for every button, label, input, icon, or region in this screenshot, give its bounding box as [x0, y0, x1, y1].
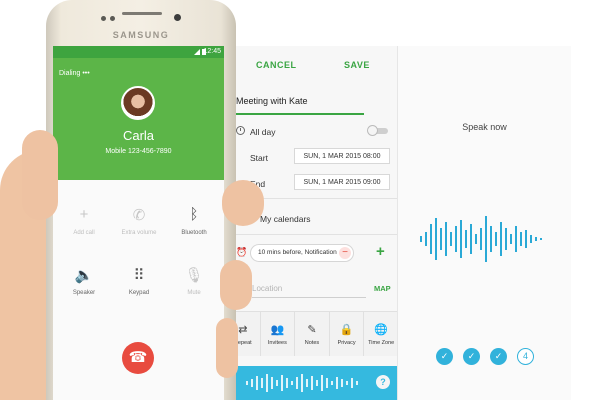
- earpiece: [122, 12, 162, 15]
- all-day-label: All day: [250, 127, 276, 137]
- extra-volume-label: Extra volume: [121, 230, 157, 236]
- front-camera-icon: [174, 14, 181, 21]
- notes-icon: ✎: [307, 323, 317, 336]
- step-current: 4: [517, 348, 534, 365]
- voice-recognition-panel: Speak now ✓ ✓ ✓ 4: [397, 46, 571, 400]
- start-label: Start: [250, 153, 268, 163]
- privacy-label: Privacy: [337, 339, 356, 346]
- reminder-chip[interactable]: 10 mins before, Notification −: [250, 244, 354, 262]
- notes-button[interactable]: ✎ Notes: [295, 312, 330, 356]
- add-call-button[interactable]: + Add call: [56, 206, 112, 236]
- speaker-button[interactable]: 🔈 Speaker: [56, 266, 112, 296]
- voice-input-bar[interactable]: ?: [226, 366, 398, 400]
- speaker-label: Speaker: [72, 290, 96, 296]
- status-time: 12:45: [203, 48, 221, 55]
- extra-volume-icon: ✆: [132, 207, 146, 224]
- start-date-field[interactable]: SUN, 1 MAR 2015 08:00: [294, 148, 390, 164]
- call-header: Dialing ••• Carla Mobile 123-456-7890: [53, 58, 224, 180]
- map-button[interactable]: MAP: [374, 284, 391, 293]
- call-status: Dialing •••: [59, 70, 90, 77]
- end-date-field[interactable]: SUN, 1 MAR 2015 09:00: [294, 174, 390, 190]
- sensor-icon: [110, 16, 115, 21]
- time-zone-button[interactable]: 🌐 Time Zone: [364, 312, 398, 356]
- bluetooth-button[interactable]: ᛒ Bluetooth: [166, 206, 222, 236]
- notes-label: Notes: [304, 339, 320, 346]
- finger: [222, 180, 264, 226]
- add-call-icon: +: [79, 206, 89, 223]
- mute-icon: 🎙: [184, 267, 204, 284]
- call-screen: 12:45 Dialing ••• Carla Mobile 123-456-7…: [53, 46, 224, 400]
- all-day-toggle[interactable]: [367, 125, 388, 136]
- cancel-button[interactable]: CANCEL: [256, 60, 297, 70]
- contact-number: Mobile 123-456-7890: [105, 148, 172, 155]
- time-zone-label: Time Zone: [368, 339, 395, 346]
- time-zone-icon: 🌐: [374, 323, 389, 336]
- privacy-button[interactable]: 🔒 Privacy: [330, 312, 365, 356]
- keypad-button[interactable]: ⠿ Keypad: [111, 266, 167, 296]
- clock-icon: [236, 126, 245, 135]
- mute-label: Mute: [187, 290, 201, 296]
- sensor-icon: [101, 16, 106, 21]
- contact-name: Carla: [122, 128, 155, 143]
- invitees-icon: 👥: [270, 323, 285, 336]
- step-done-icon: ✓: [436, 348, 453, 365]
- speaker-icon: 🔈: [74, 267, 94, 284]
- add-reminder-icon[interactable]: +: [376, 243, 385, 260]
- event-title-input[interactable]: Meeting with Kate: [236, 96, 364, 115]
- end-call-icon: ☎: [128, 349, 148, 366]
- repeat-icon: ⇄: [238, 323, 248, 336]
- step-done-icon: ✓: [490, 348, 507, 365]
- privacy-icon: 🔒: [339, 323, 354, 336]
- speak-now-prompt: Speak now: [462, 122, 507, 132]
- alarm-icon: ⏰: [236, 247, 248, 257]
- bluetooth-label: Bluetooth: [181, 230, 207, 236]
- progress-steps: ✓ ✓ ✓ 4: [436, 348, 534, 365]
- add-call-label: Add call: [73, 230, 95, 236]
- extra-volume-button[interactable]: ✆ Extra volume: [111, 206, 167, 236]
- brand-logo: SAMSUNG: [112, 30, 170, 40]
- end-call-button[interactable]: ☎: [122, 342, 154, 374]
- voice-waveform: [420, 216, 542, 262]
- calendar-selector[interactable]: My calendars: [260, 214, 311, 224]
- finger: [220, 260, 252, 310]
- invitees-button[interactable]: 👥 Invitees: [261, 312, 296, 356]
- bluetooth-icon: ᛒ: [189, 206, 199, 223]
- step-done-icon: ✓: [463, 348, 480, 365]
- status-bar: 12:45: [53, 46, 224, 58]
- keypad-icon: ⠿: [133, 267, 145, 284]
- finger: [216, 318, 238, 378]
- save-button[interactable]: SAVE: [344, 60, 370, 70]
- thumb: [22, 130, 58, 220]
- signal-icon: [194, 49, 200, 55]
- reminder-text: 10 mins before, Notification: [258, 249, 337, 256]
- invitees-label: Invitees: [267, 339, 287, 346]
- event-options-toolbar: ⇄ Repeat 👥 Invitees ✎ Notes 🔒 Privacy 🌐 …: [226, 311, 398, 356]
- remove-reminder-icon[interactable]: −: [339, 247, 351, 259]
- waveform-icon: [246, 374, 358, 392]
- keypad-label: Keypad: [128, 290, 150, 296]
- contact-avatar: [121, 86, 155, 120]
- help-icon[interactable]: ?: [376, 375, 390, 389]
- divider: [226, 234, 398, 235]
- mute-button[interactable]: 🎙 Mute: [166, 266, 222, 296]
- location-input[interactable]: Location: [252, 284, 366, 298]
